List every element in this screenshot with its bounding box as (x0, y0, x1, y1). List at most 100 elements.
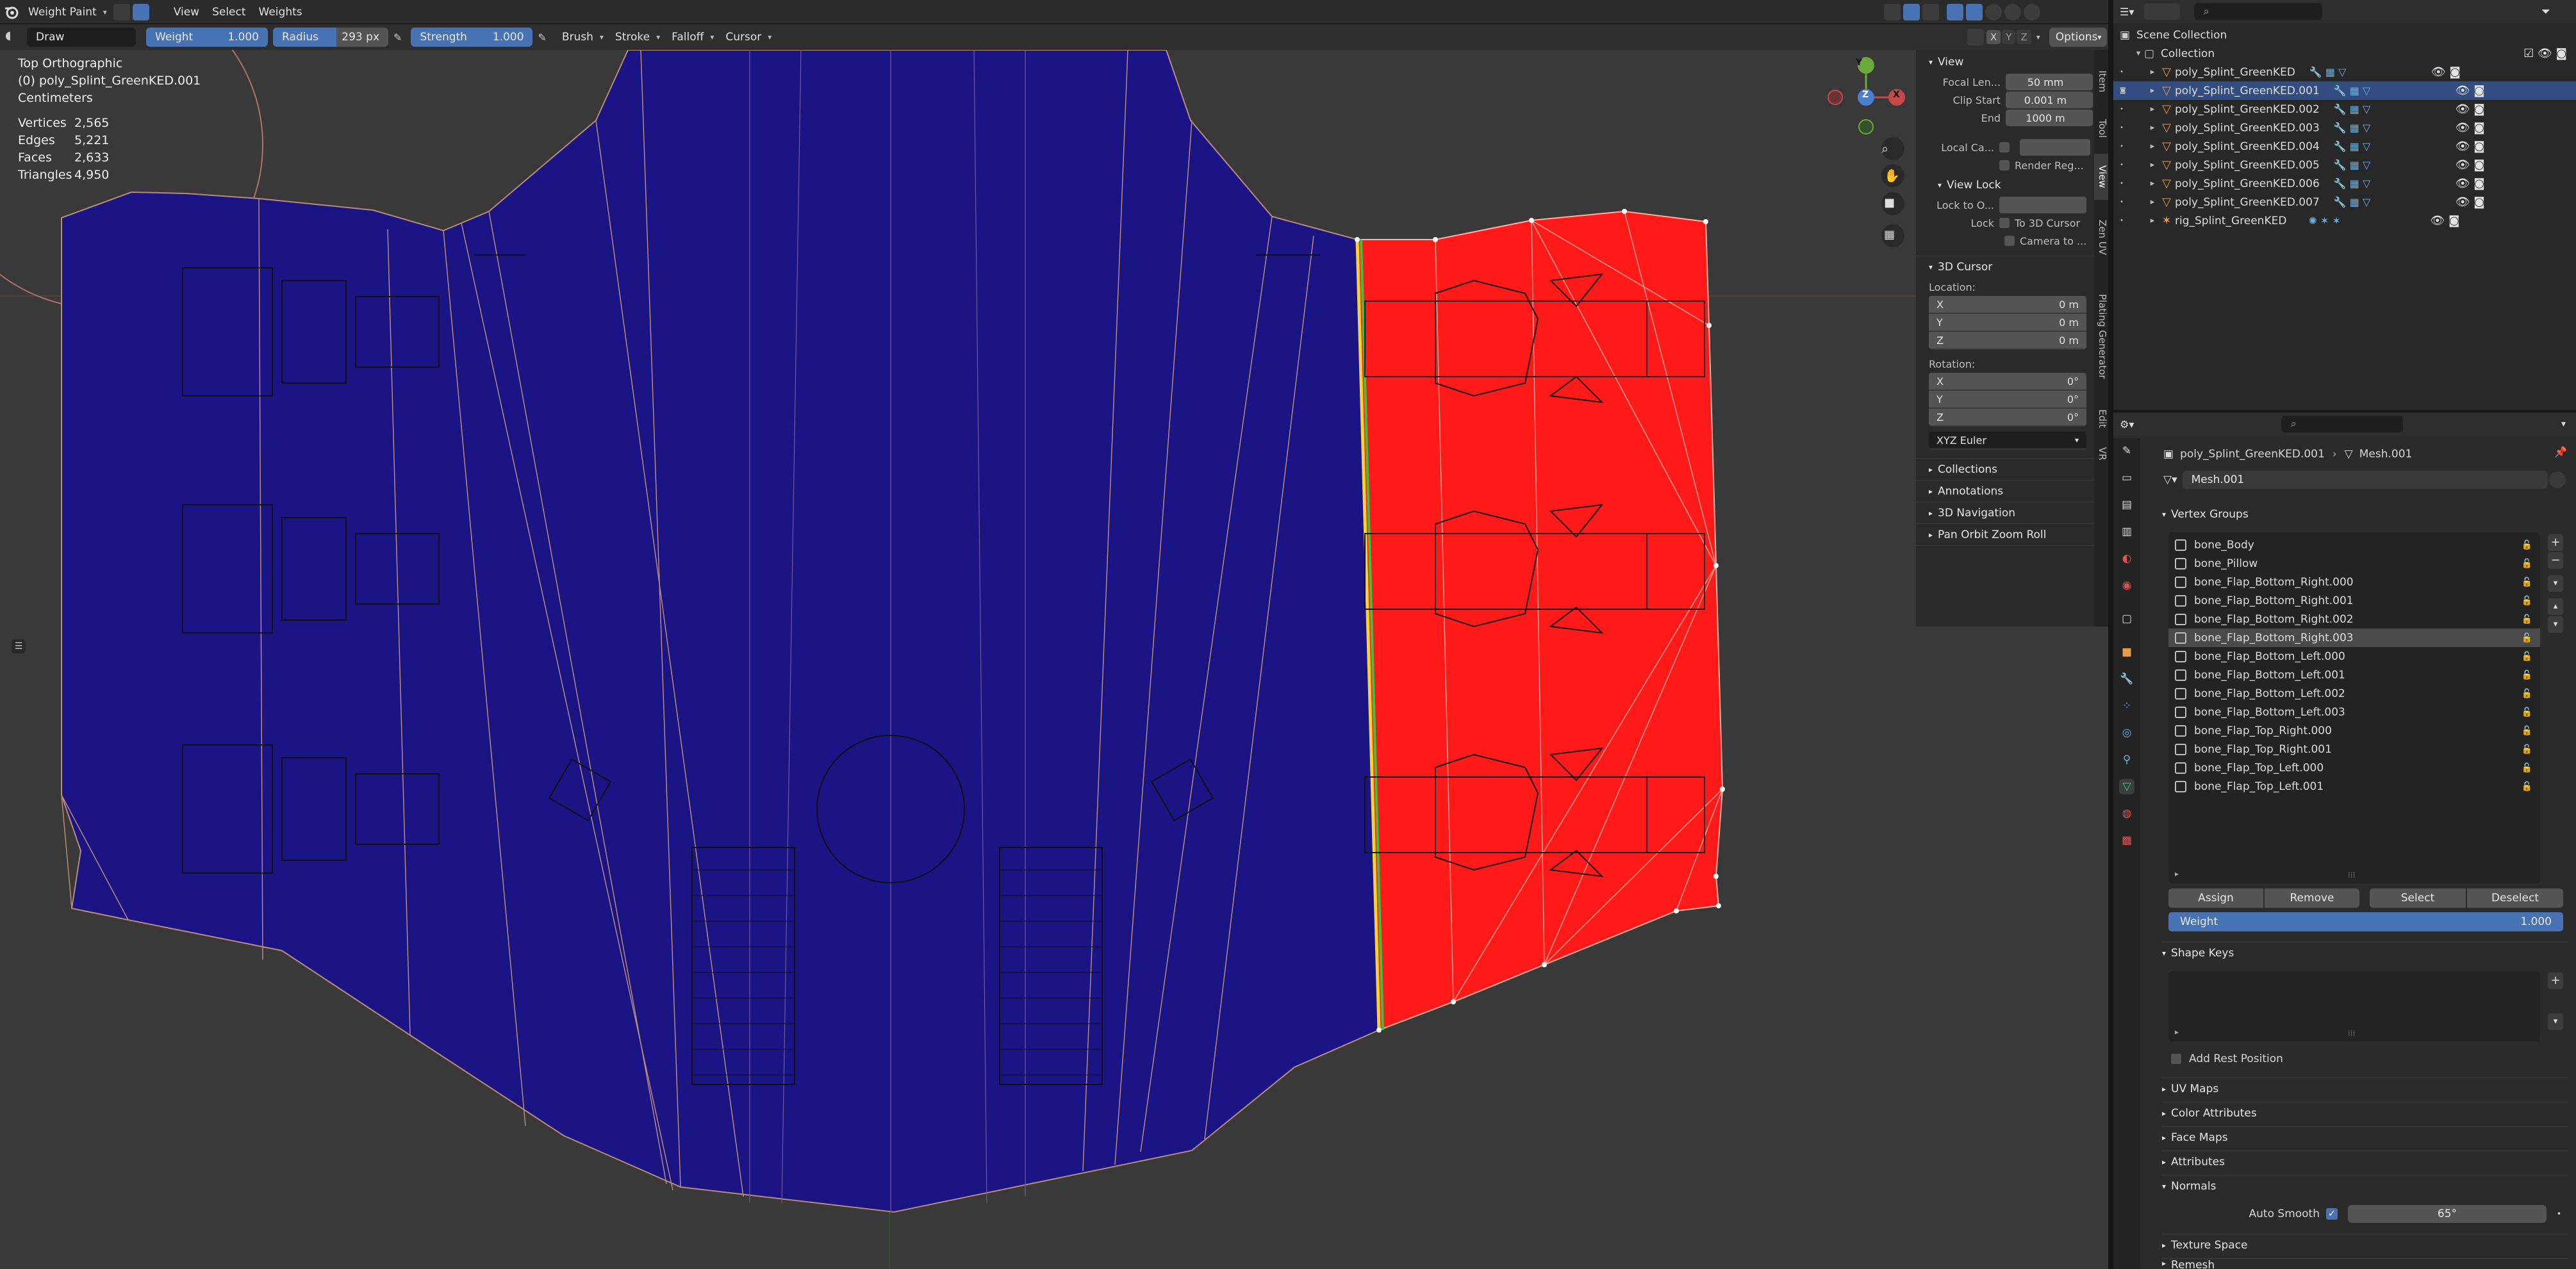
remove-button[interactable]: Remove (2265, 888, 2359, 908)
list-grip-icon[interactable]: ⁞⁞⁞ (2348, 871, 2355, 880)
lock-icon[interactable]: 🔓 (2522, 614, 2532, 625)
radius-slider[interactable]: Radius 293 px (273, 28, 388, 47)
menu-weights[interactable]: Weights (252, 6, 309, 19)
add-rest-position-checkbox[interactable] (2171, 1054, 2181, 1064)
view-layer-tab-icon[interactable]: ▥ (2119, 524, 2134, 539)
vertex-weight-slider[interactable]: Weight 1.000 (2168, 912, 2563, 931)
object-modifier-icons[interactable]: 🔧 ▦ ▽ (2334, 196, 2436, 208)
uv-maps-header[interactable]: ▸ UV Maps (2162, 1077, 2568, 1099)
weight-slider[interactable]: Weight 1.000 (146, 28, 268, 47)
lock-icon[interactable]: 🔓 (2522, 596, 2532, 606)
scene-collection-row[interactable]: ▣ Scene Collection (2113, 26, 2576, 44)
object-visible-dot-icon[interactable]: • (2120, 217, 2147, 224)
render-tab-icon[interactable]: ▭ (2119, 470, 2134, 486)
shading-wireframe-icon[interactable] (1966, 4, 1983, 20)
brush-icon[interactable]: ◖ (5, 29, 22, 45)
vertex-group-specials-button[interactable]: ▾ (2548, 575, 2563, 592)
xray-icon[interactable] (1947, 4, 1963, 20)
focal-length-field[interactable]: 50 mm (2006, 74, 2093, 90)
mesh-browse-icon[interactable]: ▽▾ (2163, 473, 2177, 486)
world-tab-icon[interactable]: ◉ (2119, 578, 2134, 593)
outliner-object-row[interactable]: ◙ ▸ ▽ poly_Splint_GreenKED.001 🔧 ▦ ▽ 👁 ◙ (2113, 81, 2576, 100)
vertex-group-item[interactable]: bone_Flap_Bottom_Left.003 🔓 (2168, 703, 2540, 721)
object-visible-dot-icon[interactable]: • (2120, 106, 2147, 113)
object-modifier-icons[interactable]: 🔧 ▦ ▽ (2334, 85, 2436, 97)
vertex-group-item[interactable]: bone_Flap_Top_Left.000 🔓 (2168, 758, 2540, 777)
location-z-field[interactable]: Z0 m (1929, 332, 2086, 350)
object-visible-dot-icon[interactable]: • (2120, 124, 2147, 131)
options-chevron-icon[interactable]: ▾ (2561, 419, 2566, 429)
outliner-search-field[interactable]: ⌕ (2194, 3, 2323, 20)
select-button[interactable]: Select (2370, 888, 2466, 908)
remesh-header[interactable]: ▸ Remesh (2162, 1258, 2568, 1269)
mirror-icon[interactable] (1967, 29, 1984, 45)
expand-arrow-icon[interactable]: ▸ (2147, 197, 2158, 207)
object-visible-dot-icon[interactable]: • (2120, 161, 2147, 168)
location-x-field[interactable]: X0 m (1929, 296, 2086, 314)
cursor-dropdown[interactable]: Cursor (719, 31, 768, 44)
brush-name-field[interactable]: Draw (27, 28, 136, 47)
deselect-button[interactable]: Deselect (2467, 888, 2563, 908)
constraint-tab-icon[interactable]: ⚲ (2119, 752, 2134, 767)
vertex-group-item[interactable]: bone_Flap_Top_Right.000 🔓 (2168, 721, 2540, 740)
vertex-group-item[interactable]: bone_Flap_Top_Right.001 🔓 (2168, 740, 2540, 758)
lock-icon[interactable]: 🔓 (2522, 782, 2532, 792)
object-visible-dot-icon[interactable]: ◙ (2120, 87, 2147, 94)
object-modifier-icons[interactable]: ✺ ✶ ✶ (2308, 215, 2411, 227)
object-modifier-icons[interactable]: 🔧 ▦ ▽ (2334, 177, 2436, 190)
object-visibility-icons[interactable]: 👁 ◙ (2436, 177, 2494, 190)
lock-to-object-field[interactable] (1999, 197, 2086, 213)
object-visibility-icons[interactable]: 👁 ◙ (2411, 214, 2468, 227)
clip-start-field[interactable]: 0.001 m (2006, 92, 2093, 108)
move-up-button[interactable]: ▴ (2548, 598, 2563, 615)
mirror-z-toggle[interactable]: Z (2017, 30, 2031, 44)
menu-view[interactable]: View (167, 6, 206, 19)
object-visibility-icons[interactable]: 👁 ◙ (2436, 84, 2494, 97)
object-visible-dot-icon[interactable]: • (2120, 69, 2147, 76)
material-tab-icon[interactable]: ◍ (2119, 806, 2134, 821)
color-attributes-header[interactable]: ▸ Color Attributes (2162, 1102, 2568, 1124)
lock-icon[interactable]: 🔓 (2522, 540, 2532, 550)
rotation-y-field[interactable]: Y 0° (1929, 391, 2086, 409)
object-visible-dot-icon[interactable]: • (2120, 180, 2147, 187)
lock-icon[interactable]: 🔓 (2522, 726, 2532, 736)
vertex-group-item[interactable]: bone_Body 🔓 (2168, 536, 2540, 554)
expand-arrow-icon[interactable]: ▸ (2147, 123, 2158, 133)
object-visibility-icons[interactable]: 👁 ◙ (2436, 140, 2494, 153)
vertex-group-item[interactable]: bone_Flap_Bottom_Right.003 🔓 (2168, 628, 2540, 647)
mesh-name-field[interactable]: Mesh.001 (2182, 471, 2548, 489)
outliner-object-row[interactable]: • ▸ ▽ poly_Splint_GreenKED.005 🔧 ▦ ▽ 👁 ◙ (2113, 156, 2576, 174)
collection-tab-icon[interactable]: ▢ (2119, 611, 2134, 626)
expand-arrow-icon[interactable]: ▸ (2147, 86, 2158, 95)
vertex-group-item[interactable]: bone_Flap_Bottom_Left.002 🔓 (2168, 684, 2540, 703)
mirror-y-toggle[interactable]: Y (2002, 30, 2016, 44)
texture-space-header[interactable]: ▸ Texture Space (2162, 1234, 2568, 1256)
object-visibility-icons[interactable]: 👁 ◙ (2436, 121, 2494, 135)
vertex-group-item[interactable]: bone_Flap_Bottom_Left.001 🔓 (2168, 666, 2540, 684)
options-dropdown[interactable]: Options ▾ (2049, 28, 2107, 47)
properties-editor-icon[interactable]: ⚙▾ (2120, 418, 2134, 430)
expand-arrow-icon[interactable]: ▸ (2147, 216, 2158, 225)
collection-row[interactable]: ▾ ▢ Collection ☑ 👁 ◙ (2113, 44, 2576, 63)
vertex-select-mask-icon[interactable] (132, 4, 149, 20)
shading-material-icon[interactable] (2004, 4, 2021, 20)
texture-tab-icon[interactable]: ▩ (2119, 833, 2134, 848)
physics-tab-icon[interactable]: ◎ (2119, 725, 2134, 741)
shape-keys-list[interactable]: ▸ ⁞⁞⁞ (2168, 971, 2540, 1042)
display-mode-dropdown[interactable] (2144, 3, 2181, 20)
camera-to-view-checkbox[interactable] (2004, 236, 2015, 246)
vertex-group-item[interactable]: bone_Flap_Top_Left.001 🔓 (2168, 777, 2540, 796)
lock-icon[interactable]: 🔓 (2522, 651, 2532, 662)
object-visibility-icons[interactable]: 👁 ◙ (2436, 195, 2494, 209)
outliner-object-row[interactable]: • ▸ ▽ poly_Splint_GreenKED.004 🔧 ▦ ▽ 👁 ◙ (2113, 137, 2576, 156)
rotation-x-field[interactable]: X 0° (1929, 373, 2086, 391)
stroke-dropdown[interactable]: Stroke (609, 31, 656, 44)
add-rest-position-row[interactable]: Add Rest Position (2171, 1051, 2283, 1067)
viewport-canvas[interactable] (0, 50, 2108, 1269)
annotations-panel[interactable]: ▸ Annotations (1916, 480, 2094, 502)
local-camera-checkbox[interactable] (1999, 142, 2010, 152)
view-panel-header[interactable]: ▾ View (1916, 51, 2094, 73)
shape-keys-header[interactable]: ▾ Shape Keys (2162, 942, 2568, 963)
collection-visibility-icons[interactable]: ☑ 👁 ◙ (2499, 47, 2576, 60)
list-resize-handle[interactable]: ▸ (2175, 869, 2179, 878)
